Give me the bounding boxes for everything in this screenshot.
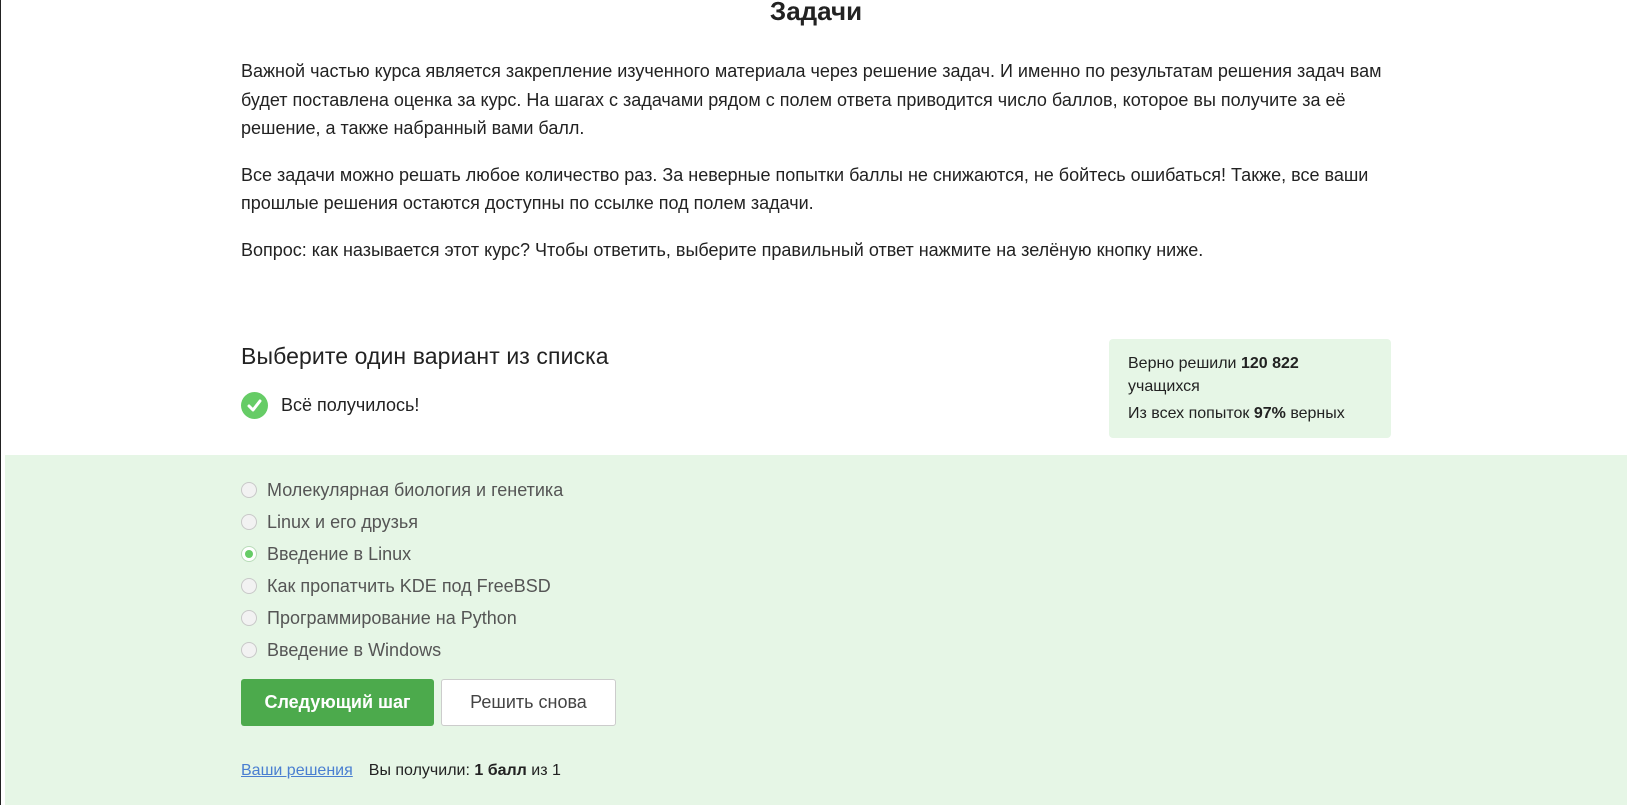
radio-button-icon[interactable] bbox=[241, 610, 257, 626]
answer-option[interactable]: Введение в Windows bbox=[241, 634, 563, 666]
option-label[interactable]: Молекулярная биология и генетика bbox=[267, 480, 563, 501]
solved-suffix: учащихся bbox=[1128, 378, 1200, 395]
answer-option-selected[interactable]: Введение в Linux bbox=[241, 538, 563, 570]
radio-button-icon[interactable] bbox=[241, 514, 257, 530]
solved-label: Верно решили bbox=[1128, 355, 1237, 372]
intro-paragraph: Важной частью курса является закрепление… bbox=[241, 61, 1382, 138]
attempts-stats: Из всех попыток 97% верных bbox=[1128, 402, 1372, 425]
success-message: Всё получилось! bbox=[281, 395, 420, 415]
answer-option[interactable]: Как пропатчить KDE под FreeBSD bbox=[241, 570, 563, 602]
solved-count: 120 822 bbox=[1240, 355, 1299, 372]
your-solutions-link[interactable]: Ваши решения bbox=[241, 762, 353, 780]
answer-option[interactable]: Linux и его друзья bbox=[241, 506, 563, 538]
attempts-suffix: верных bbox=[1290, 405, 1345, 422]
radio-button-icon[interactable] bbox=[241, 482, 257, 498]
option-label[interactable]: Введение в Linux bbox=[267, 544, 411, 565]
radio-selected-dot bbox=[245, 550, 253, 558]
answer-option[interactable]: Программирование на Python bbox=[241, 602, 563, 634]
stats-panel: Верно решили 120 822 учащихся Из всех по… bbox=[1109, 339, 1391, 438]
score-value: 1 балл bbox=[474, 762, 527, 779]
option-label[interactable]: Программирование на Python bbox=[267, 608, 517, 629]
question-paragraph: Вопрос: как называется этот курс? Чтобы … bbox=[241, 239, 1204, 260]
score-label: Вы получили: bbox=[368, 762, 470, 779]
attempts-label: Из всех попыток bbox=[1128, 405, 1250, 422]
answer-option[interactable]: Молекулярная биология и генетика bbox=[241, 474, 563, 506]
option-label[interactable]: Linux и его друзья bbox=[267, 512, 418, 533]
score-total: из 1 bbox=[531, 762, 561, 779]
quiz-heading: Выберите один вариант из списка bbox=[241, 343, 609, 369]
intro-text: Важной частью курса является закрепление… bbox=[241, 57, 1391, 282]
radio-button-icon[interactable] bbox=[241, 642, 257, 658]
check-circle-icon bbox=[241, 392, 268, 419]
option-label[interactable]: Введение в Windows bbox=[267, 640, 441, 661]
score-summary: Вы получили: 1 балл из 1 bbox=[369, 762, 561, 780]
option-label[interactable]: Как пропатчить KDE под FreeBSD bbox=[267, 576, 551, 597]
attempts-percent: 97% bbox=[1253, 405, 1286, 422]
retry-button[interactable]: Решить снова bbox=[441, 679, 616, 726]
window-left-border bbox=[0, 0, 1, 805]
next-step-button[interactable]: Следующий шаг bbox=[241, 679, 434, 726]
submission-footer: Ваши решения Вы получили: 1 балл из 1 bbox=[241, 762, 561, 780]
page-title: Задачи bbox=[769, 0, 863, 26]
solved-stats: Верно решили 120 822 учащихся bbox=[1128, 352, 1372, 398]
action-buttons: Следующий шаг Решить снова bbox=[241, 679, 616, 726]
success-status: Всё получилось! bbox=[241, 392, 419, 419]
intro-paragraph: Все задачи можно решать любое количество… bbox=[241, 164, 1369, 214]
radio-button-icon[interactable] bbox=[241, 546, 257, 562]
radio-button-icon[interactable] bbox=[241, 578, 257, 594]
answer-options: Молекулярная биология и генетика Linux и… bbox=[241, 474, 563, 666]
